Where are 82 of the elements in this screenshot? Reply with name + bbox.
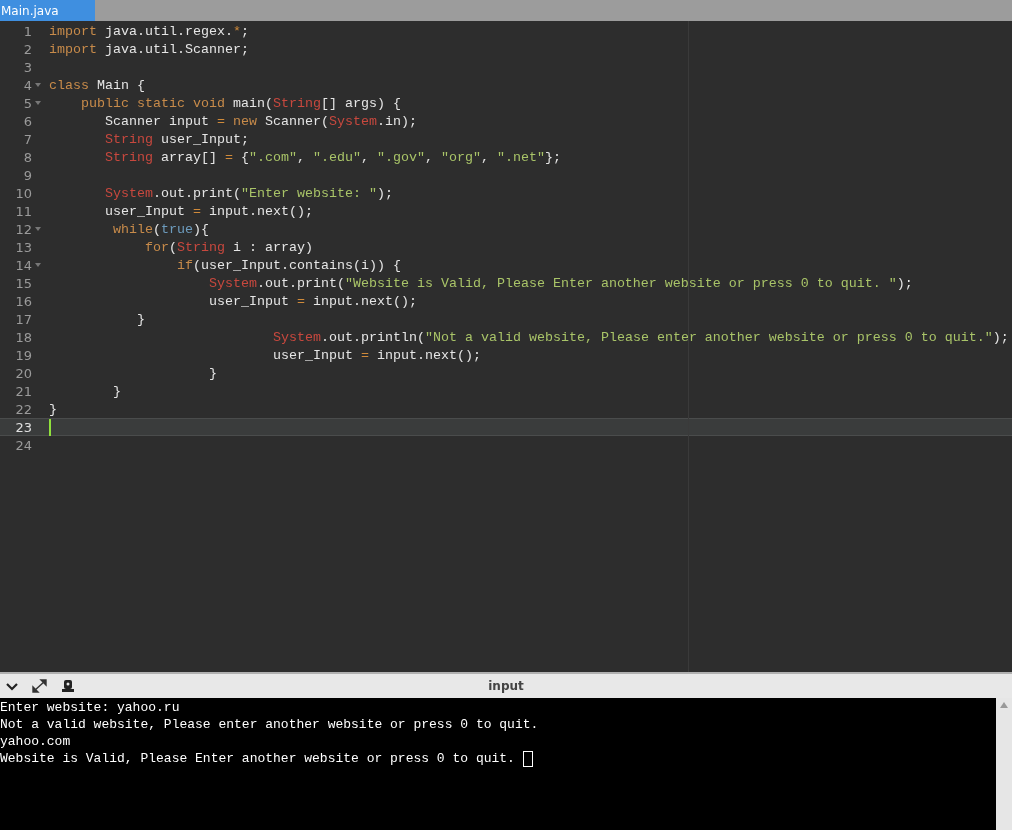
line-number: 23 [14, 419, 32, 435]
editor-line[interactable]: 11 user_Input = input.next(); [0, 202, 1012, 220]
line-number: 12 [14, 221, 32, 237]
line-number: 15 [14, 275, 32, 291]
line-number: 20 [14, 365, 32, 381]
line-number: 14 [14, 257, 32, 273]
editor-line[interactable]: 19 user_Input = input.next(); [0, 346, 1012, 364]
line-number: 4 [22, 77, 32, 93]
editor-line[interactable]: 10 System.out.print("Enter website: "); [0, 184, 1012, 202]
editor-line[interactable]: 13 for(String i : array) [0, 238, 1012, 256]
line-number: 13 [14, 239, 32, 255]
editor-line[interactable]: 21 } [0, 382, 1012, 400]
editor-line[interactable]: 24 [0, 436, 1012, 454]
console-output-line: Enter website: yahoo.ru [0, 699, 180, 716]
console-output-line: Website is Valid, Please Enter another website or press 0 to quit. [0, 750, 516, 767]
code-line: class Main { [49, 77, 145, 93]
line-number: 11 [14, 203, 32, 219]
editor-line[interactable]: 6 Scanner input = new Scanner(System.in); [0, 112, 1012, 130]
text-cursor [49, 418, 51, 436]
code-line: if(user_Input.contains(i)) { [175, 257, 401, 273]
console-output-line: yahoo.com [0, 733, 71, 750]
code-editor[interactable] [0, 21, 1012, 672]
line-number: 2 [22, 41, 32, 57]
line-number: 1 [22, 23, 32, 39]
code-line: String array[] = {".com", ".edu", ".gov", "org", ".net"}; [104, 149, 561, 165]
editor-line[interactable]: 1 import java.util.regex.*; [0, 22, 1012, 40]
editor-line[interactable]: 9 [0, 166, 1012, 184]
code-line: while(true){ [112, 221, 209, 237]
code-line: } [49, 401, 57, 417]
code-line: System.out.print("Enter website: "); [104, 185, 393, 201]
scroll-up-icon[interactable] [1000, 702, 1008, 708]
editor-line[interactable]: 12 while(true){ [0, 220, 1012, 238]
line-number: 17 [14, 311, 32, 327]
code-line: } [135, 311, 145, 327]
code-line: String user_Input; [104, 131, 249, 147]
editor-line[interactable]: 16 user_Input = input.next(); [0, 292, 1012, 310]
editor-line[interactable]: 7 String user_Input; [0, 130, 1012, 148]
scrollbar[interactable] [996, 698, 1012, 830]
editor-line[interactable]: 18 System.out.println("Not a valid website, Please enter another website or press 0 to quit."); [0, 328, 1012, 346]
line-number: 8 [22, 149, 32, 165]
editor-line[interactable]: 3 [0, 58, 1012, 76]
editor-line[interactable]: 15 System.out.print("Website is Valid, Please Enter another website or press 0 to quit. "); [0, 274, 1012, 292]
code-line: System.out.println("Not a valid website, Please enter another website or press 0 to quit."); [271, 329, 1009, 345]
line-number: 19 [14, 347, 32, 363]
code-line: user_Input = input.next(); [104, 203, 313, 219]
line-number: 7 [22, 131, 32, 147]
console-title: input [488, 679, 524, 693]
line-number: 21 [14, 383, 32, 399]
code-line: user_Input = input.next(); [207, 293, 417, 309]
console-output-line: Not a valid website, Please enter another website or press 0 to quit. [0, 716, 539, 733]
code-line: import java.util.Scanner; [49, 41, 249, 57]
chevron-down-icon[interactable] [6, 681, 18, 691]
editor-line[interactable]: 17 } [0, 310, 1012, 328]
expand-icon[interactable] [32, 679, 47, 693]
code-line: user_Input = input.next(); [271, 347, 481, 363]
editor-line[interactable]: 20 } [0, 364, 1012, 382]
editor-line[interactable]: 2 import java.util.Scanner; [0, 40, 1012, 58]
fold-arrow-icon[interactable] [35, 101, 41, 105]
code-line: } [207, 365, 217, 381]
editor-line[interactable]: 22 } [0, 400, 1012, 418]
editor-line[interactable]: 4 class Main { [0, 76, 1012, 94]
line-number: 22 [14, 401, 32, 417]
editor-line[interactable]: 8 String array[] = {".com", ".edu", ".gov", "org", ".net"}; [0, 148, 1012, 166]
fold-arrow-icon[interactable] [35, 83, 41, 87]
code-line: public static void main(String[] args) { [80, 95, 401, 111]
fold-arrow-icon[interactable] [35, 263, 41, 267]
code-line: for(String i : array) [143, 239, 313, 255]
code-line: System.out.print("Website is Valid, Please Enter another website or press 0 to quit. "); [207, 275, 913, 291]
line-number: 3 [22, 59, 32, 75]
editor-line[interactable]: 5 public static void main(String[] args) { [0, 94, 1012, 112]
code-line: Scanner input = new Scanner(System.in); [104, 113, 417, 129]
line-number: 5 [22, 95, 32, 111]
editor-line[interactable]: 14 if(user_Input.contains(i)) { [0, 256, 1012, 274]
fold-arrow-icon[interactable] [35, 227, 41, 231]
line-number: 24 [14, 437, 32, 453]
line-number: 9 [22, 167, 32, 183]
code-line: import java.util.regex.*; [49, 23, 249, 39]
line-number: 18 [14, 329, 32, 345]
line-number: 16 [14, 293, 32, 309]
code-line: } [112, 383, 121, 399]
line-number: 10 [14, 185, 32, 201]
line-number: 6 [22, 113, 32, 129]
